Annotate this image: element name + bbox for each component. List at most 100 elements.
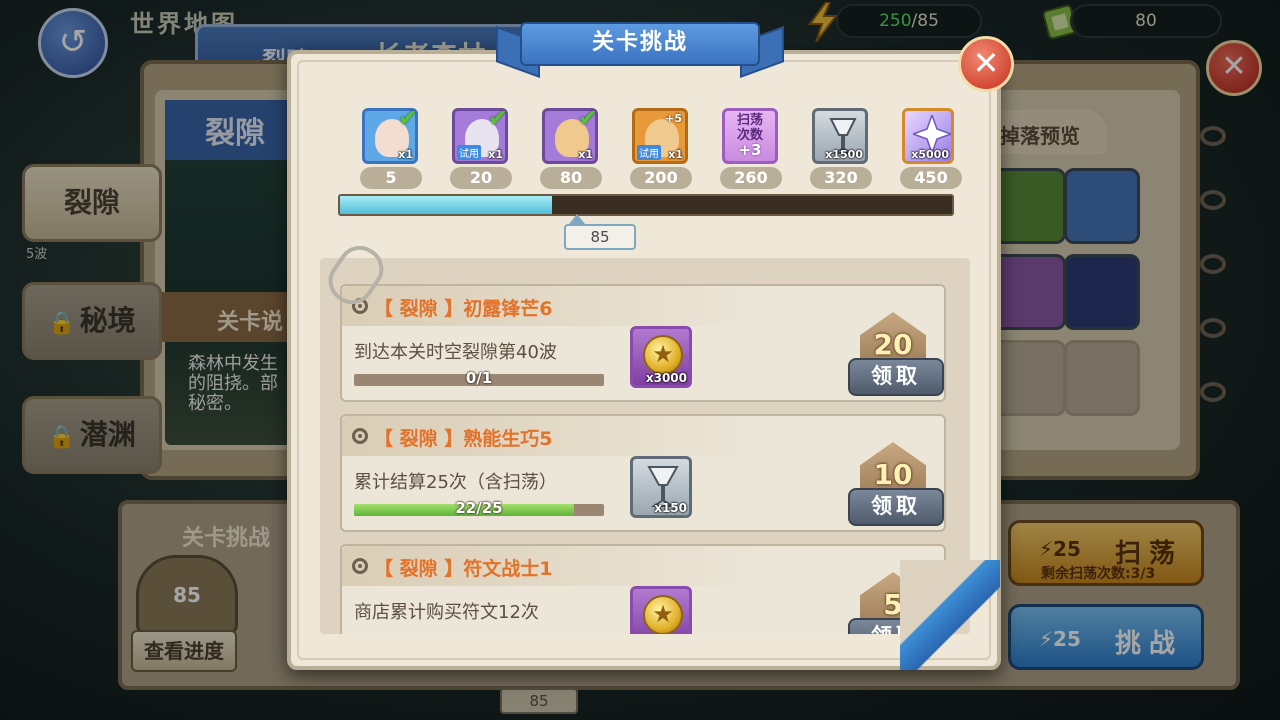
sweep-count-line1: 扫荡 [736, 113, 763, 128]
task-title: 【 裂隙 】初露锋芒6 [374, 298, 553, 320]
drop-item-green-book[interactable] [990, 168, 1066, 244]
reward-item-450[interactable]: x5000 [902, 108, 954, 164]
hero-star-plus: +5 [665, 112, 682, 125]
task-progress-text: 22/25 [455, 499, 503, 517]
task-title: 【 裂隙 】熟能生巧5 [374, 428, 553, 450]
claim-button[interactable]: 领取 [848, 358, 944, 396]
side-tab-rift-label: 裂隙 [63, 186, 120, 219]
claimed-check-icon: ✔ [578, 104, 599, 132]
level-description-banner: 关卡说 [155, 292, 295, 342]
bullet-icon [352, 428, 368, 444]
challenge-progress-value: 85 [564, 224, 636, 250]
task-card: 【 裂隙 】熟能生巧5 累计结算25次（含扫荡） 22/25 x150 10 领… [340, 414, 946, 532]
stage-challenge-label: 关卡挑战 [182, 526, 271, 551]
view-progress-button[interactable]: 查看进度 [131, 630, 237, 672]
reward-item-260[interactable]: 扫荡 次数 +3 [722, 108, 778, 164]
task-title: 【 裂隙 】符文战士1 [374, 558, 553, 580]
milestone-label: 5 [360, 167, 422, 189]
energy-icon [808, 2, 839, 42]
page-close-button[interactable]: ✕ [1206, 40, 1262, 96]
milestone-label: 260 [720, 167, 782, 189]
drop-item-orb[interactable] [1064, 254, 1140, 330]
drop-preview-title: 掉落预览 [992, 110, 1107, 154]
drop-item-blue-book[interactable] [1064, 168, 1140, 244]
bullet-icon [352, 558, 368, 574]
lock-icon: 🔒 [48, 425, 76, 450]
close-icon: ✕ [1221, 49, 1247, 84]
reward-item-200[interactable]: +5 试用 x1 [632, 108, 688, 164]
reward-qty: x1 [668, 148, 683, 161]
energy-counter: 250/85 [836, 4, 982, 38]
sweep-button[interactable]: ⚡25 扫荡 剩余扫荡次数:3/3 [1008, 520, 1204, 586]
task-reward-item[interactable]: ★ [630, 586, 692, 634]
task-progress-text: 0/1 [465, 369, 493, 387]
challenge-progress-fill [340, 196, 552, 214]
modal-close-button[interactable]: ✕ [958, 36, 1014, 92]
book-ring [1200, 318, 1226, 338]
task-points: 20 [873, 328, 913, 361]
back-arrow-icon: ↺ [58, 22, 88, 62]
task-list[interactable]: 【 裂隙 】初露锋芒6 到达本关时空裂隙第40波 0/1 ★ x3000 20 … [320, 258, 970, 634]
trial-tag: 试用 [457, 145, 481, 160]
claimed-check-icon: ✔ [488, 104, 509, 132]
lock-icon: 🔒 [48, 311, 76, 336]
reward-qty: x1 [578, 148, 593, 161]
task-description: 累计结算25次（含扫荡） [354, 472, 557, 493]
level-description-text: 森林中发生的阻挠。部秘密。 [188, 354, 278, 414]
task-points: 10 [873, 458, 913, 491]
wave-text: 5波 [26, 247, 48, 262]
reward-qty: x1 [398, 148, 413, 161]
book-ring [1200, 126, 1226, 146]
sweep-cost: ⚡25 [1039, 537, 1081, 561]
close-icon: ✕ [972, 44, 1000, 82]
back-button[interactable]: ↺ [38, 8, 108, 78]
progress-pointer-icon [569, 214, 585, 224]
side-tab-secret-realm[interactable]: 🔒 秘境 [22, 282, 162, 360]
book-ring [1200, 382, 1226, 402]
challenge-progress-bar [338, 194, 954, 216]
book-ring [1200, 190, 1226, 210]
reward-qty: x3000 [645, 371, 687, 385]
reward-qty: x5000 [911, 148, 949, 161]
claim-button[interactable]: 领取 [848, 488, 944, 526]
side-tab-rift[interactable]: 裂隙 [22, 164, 162, 242]
challenge-cost: ⚡25 [1039, 627, 1081, 651]
drop-item-empty-slot [990, 340, 1066, 416]
challenge-label: 挑战 [1115, 629, 1184, 659]
side-tab-abyss[interactable]: 🔒 潜渊 [22, 396, 162, 474]
trial-tag: 试用 [637, 145, 661, 160]
sweep-remaining: 剩余扫荡次数:3/3 [1041, 566, 1156, 582]
book-ring [1200, 254, 1226, 274]
challenge-points-emblem: 85 [136, 555, 238, 635]
claimed-check-icon: ✔ [398, 104, 419, 132]
task-reward-item[interactable]: ★ x3000 [630, 326, 692, 388]
challenge-button[interactable]: ⚡25 挑战 [1008, 604, 1204, 670]
task-card: 【 裂隙 】符文战士1 商店累计购买符文12次 ★ 5 领取 [340, 544, 946, 634]
task-description: 商店累计购买符文12次 [354, 602, 539, 623]
side-tab-secret-realm-label: 秘境 [79, 304, 136, 337]
task-card: 【 裂隙 】初露锋芒6 到达本关时空裂隙第40波 0/1 ★ x3000 20 … [340, 284, 946, 402]
task-reward-item[interactable]: x150 [630, 456, 692, 518]
task-progress-bar: 0/1 [354, 369, 604, 387]
milestone-label: 80 [540, 167, 602, 189]
drop-item-empty-slot [1064, 340, 1140, 416]
coin-icon: ★ [643, 335, 683, 375]
bottom-progress-value: 85 [500, 688, 578, 714]
reward-qty: x150 [654, 501, 687, 515]
milestone-label: 200 [630, 167, 692, 189]
ticket-counter: 80 [1070, 4, 1222, 38]
milestone-label: 320 [810, 167, 872, 189]
milestone-label: 20 [450, 167, 512, 189]
modal-title: 关卡挑战 [520, 22, 760, 66]
drop-item-coin[interactable] [990, 254, 1066, 330]
side-tab-abyss-label: 潜渊 [79, 418, 136, 451]
sweep-count-plus: +3 [738, 141, 762, 159]
task-progress-bar: 22/25 [354, 499, 604, 517]
reward-qty: x1 [488, 148, 503, 161]
task-description: 到达本关时空裂隙第40波 [354, 342, 557, 363]
reward-qty: x1500 [825, 148, 863, 161]
coin-icon: ★ [643, 595, 683, 634]
milestone-label: 450 [900, 167, 962, 189]
reward-item-320[interactable]: x1500 [812, 108, 868, 164]
energy-current: 250 [879, 11, 912, 31]
